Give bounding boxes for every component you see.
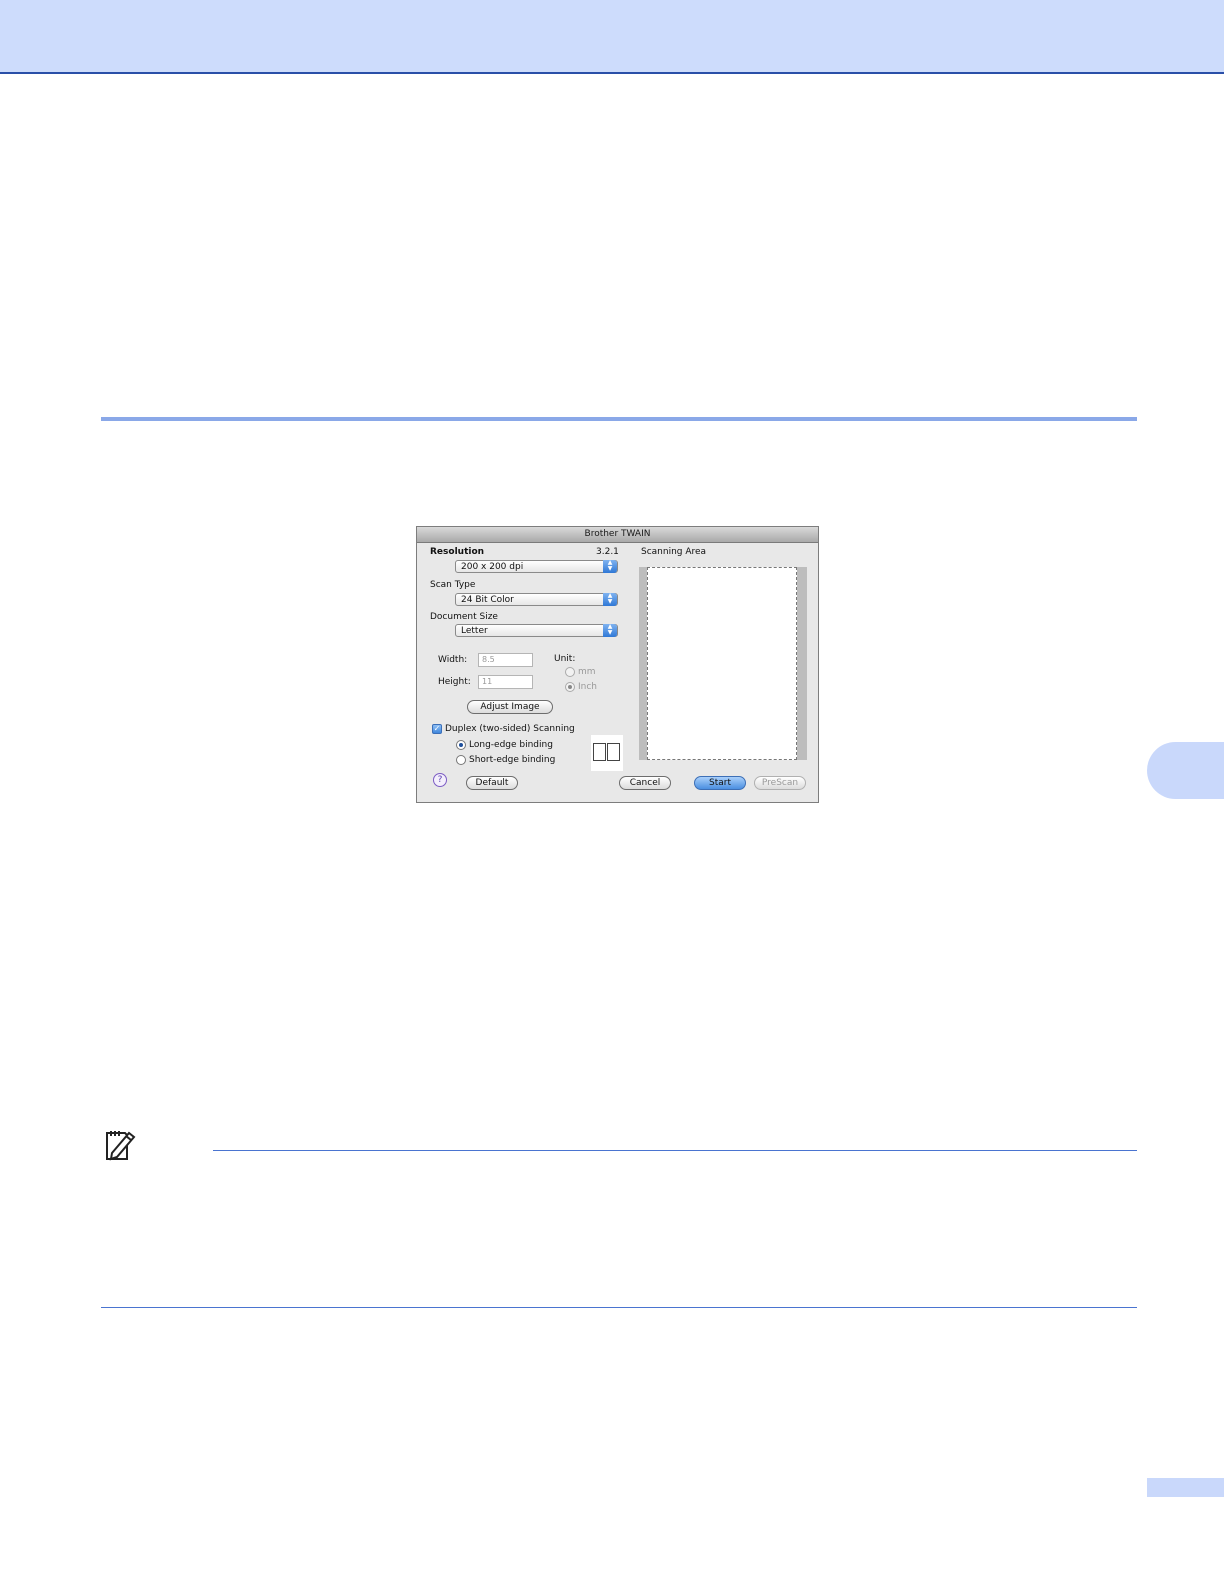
checkbox-check-icon: ✓ (433, 724, 441, 733)
long-edge-radio[interactable] (456, 740, 466, 750)
popup-arrow-icon: ▲ ▼ (603, 560, 617, 573)
scan-page-outline (647, 567, 797, 760)
document-size-label: Document Size (430, 612, 498, 622)
help-icon[interactable]: ? (433, 773, 447, 787)
document-size-value: Letter (461, 626, 488, 636)
resolution-value: 200 x 200 dpi (461, 562, 524, 572)
short-edge-radio[interactable] (456, 755, 466, 765)
version-label: 3.2.1 (596, 547, 619, 557)
brother-twain-dialog: Brother TWAIN Resolution 3.2.1 200 x 200… (416, 526, 819, 803)
scanning-area-preview[interactable] (639, 567, 807, 760)
adjust-image-button[interactable]: Adjust Image (467, 700, 553, 714)
duplex-preview-image (591, 735, 623, 771)
width-field[interactable]: 8.5 (478, 653, 533, 667)
unit-inch-radio[interactable] (565, 682, 575, 692)
duplex-label: Duplex (two-sided) Scanning (445, 724, 575, 734)
unit-inch-label: Inch (578, 682, 598, 692)
start-button[interactable]: Start (694, 776, 746, 790)
scan-type-value: 24 Bit Color (461, 595, 514, 605)
popup-arrow-icon: ▲ ▼ (603, 593, 617, 606)
page-number-tab (1147, 1478, 1224, 1497)
unit-label: Unit: (554, 654, 576, 664)
resolution-select[interactable]: 200 x 200 dpi ▲ ▼ (455, 560, 618, 573)
unit-mm-label: mm (578, 667, 596, 677)
scanning-area-label: Scanning Area (641, 547, 707, 557)
long-edge-label: Long-edge binding (469, 740, 553, 750)
note-rule-top (213, 1150, 1137, 1151)
height-label: Height: (438, 677, 471, 687)
dialog-title: Brother TWAIN (417, 527, 818, 543)
width-label: Width: (438, 655, 468, 665)
section-divider (101, 417, 1137, 421)
page-header-band (0, 0, 1224, 74)
scan-type-label: Scan Type (430, 580, 476, 590)
scan-type-select[interactable]: 24 Bit Color ▲ ▼ (455, 593, 618, 606)
resolution-label: Resolution (430, 547, 485, 557)
short-edge-label: Short-edge binding (469, 755, 556, 765)
document-size-select[interactable]: Letter ▲ ▼ (455, 624, 618, 637)
height-field[interactable]: 11 (478, 675, 533, 689)
chapter-tab (1147, 742, 1224, 799)
unit-mm-radio[interactable] (565, 667, 575, 677)
duplex-checkbox[interactable]: ✓ (432, 724, 442, 734)
note-pencil-icon (106, 1131, 136, 1161)
note-rule-bottom (101, 1307, 1137, 1308)
prescan-button[interactable]: PreScan (754, 776, 806, 790)
default-button[interactable]: Default (466, 776, 518, 790)
popup-arrow-icon: ▲ ▼ (603, 624, 617, 637)
cancel-button[interactable]: Cancel (619, 776, 671, 790)
